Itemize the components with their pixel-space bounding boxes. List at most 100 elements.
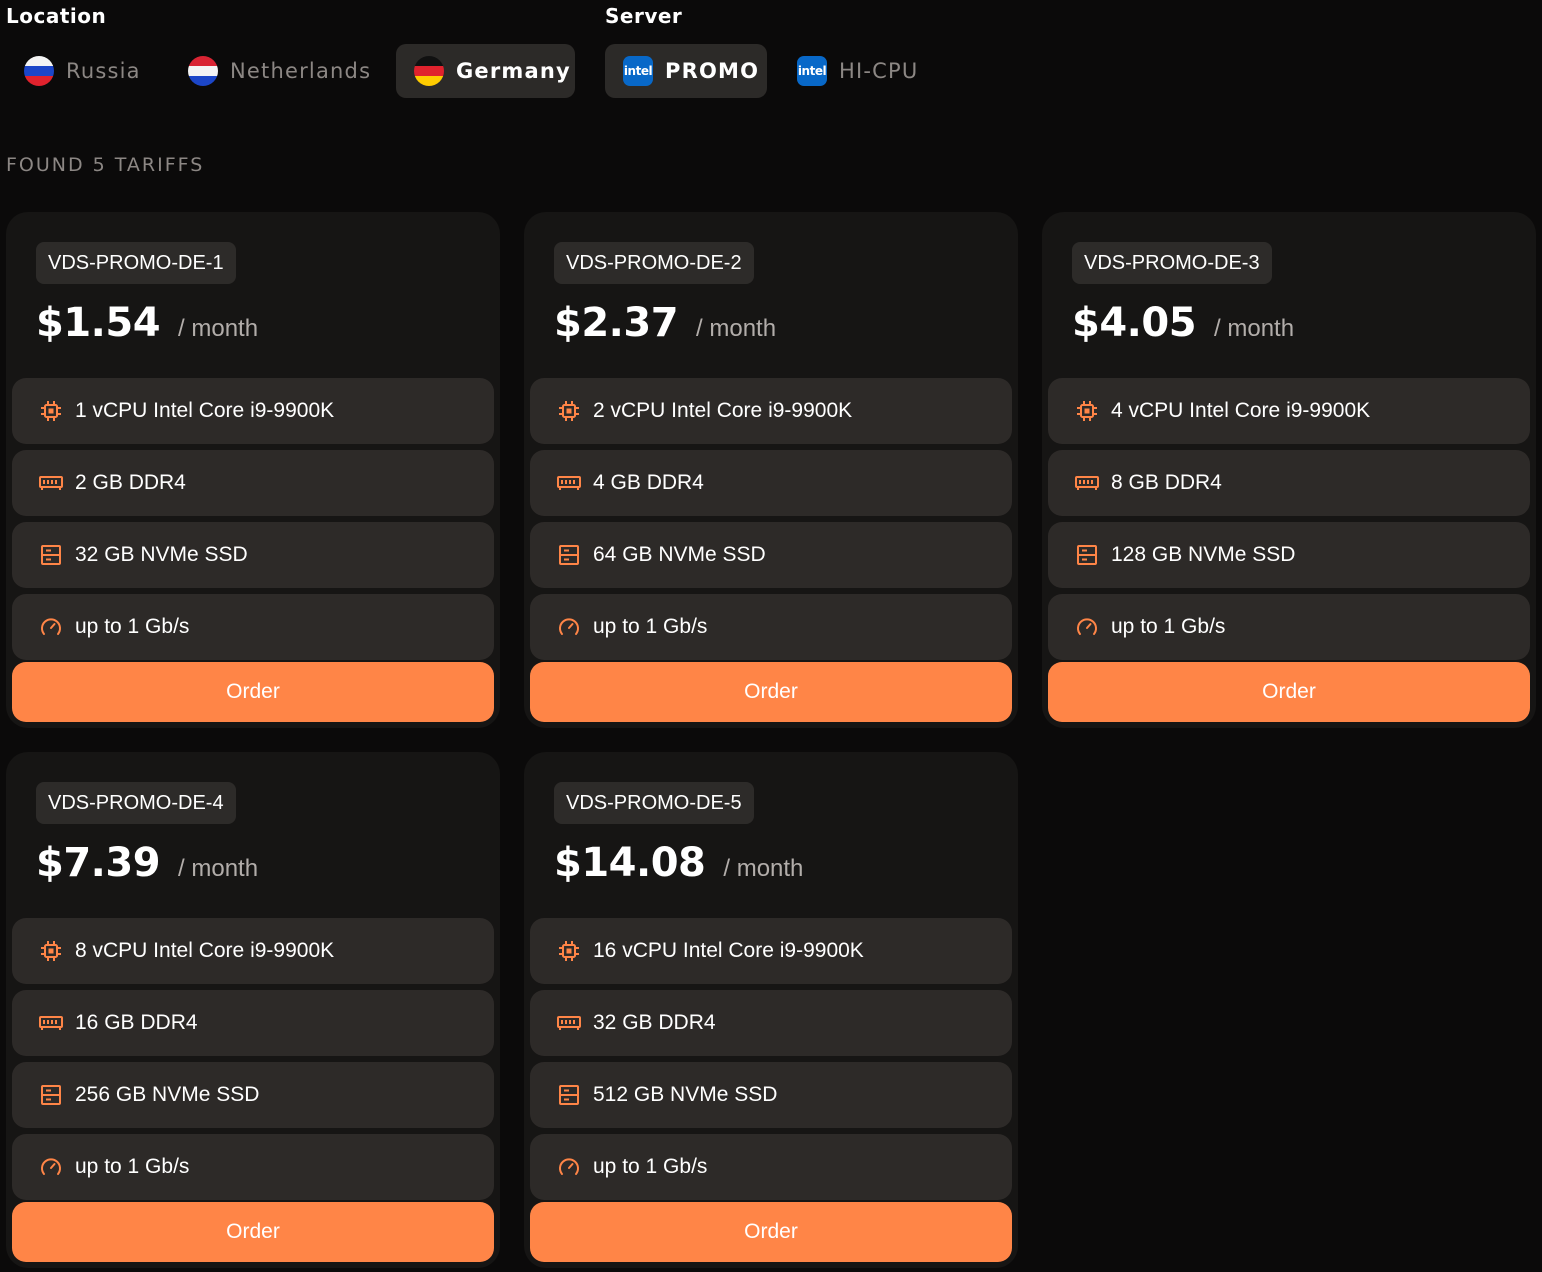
server-label-promo: PROMO — [665, 59, 760, 83]
location-label-russia: Russia — [66, 59, 141, 83]
speed-icon — [38, 614, 64, 640]
spec-cpu: 8 vCPU Intel Core i9-9900K — [12, 918, 494, 984]
price-row: $4.05 / month — [1072, 300, 1294, 346]
tariff-name: VDS-PROMO-DE-1 — [36, 242, 236, 284]
tariff-name: VDS-PROMO-DE-4 — [36, 782, 236, 824]
tariff-card: VDS-PROMO-DE-5 $14.08 / month 16 vCPU In… — [524, 752, 1018, 1268]
found-tariffs-count: FOUND 5 TARIFFS — [6, 154, 205, 176]
cpu-icon — [38, 398, 64, 424]
price-value: $4.05 — [1072, 300, 1197, 346]
filters-bar: Location Server Russia Netherlands Germa… — [0, 0, 1542, 110]
spec-net: up to 1 Gb/s — [1048, 594, 1530, 660]
cpu-icon — [1074, 398, 1100, 424]
spec-net: up to 1 Gb/s — [530, 594, 1012, 660]
tariff-card: VDS-PROMO-DE-3 $4.05 / month 4 vCPU Inte… — [1042, 212, 1536, 728]
price-value: $1.54 — [36, 300, 161, 346]
netherlands-flag-icon — [188, 56, 218, 86]
ssd-icon — [556, 1082, 582, 1108]
price-row: $14.08 / month — [554, 840, 803, 886]
spec-disk: 128 GB NVMe SSD — [1048, 522, 1530, 588]
spec-net-text: up to 1 Gb/s — [593, 1155, 708, 1178]
price-value: $2.37 — [554, 300, 679, 346]
spec-ram: 16 GB DDR4 — [12, 990, 494, 1056]
spec-ram: 4 GB DDR4 — [530, 450, 1012, 516]
spec-ram-text: 8 GB DDR4 — [1111, 471, 1222, 494]
order-button[interactable]: Order — [12, 662, 494, 722]
ram-icon — [38, 470, 64, 496]
speed-icon — [556, 1154, 582, 1180]
spec-cpu: 1 vCPU Intel Core i9-9900K — [12, 378, 494, 444]
ssd-icon — [1074, 542, 1100, 568]
spec-ram: 8 GB DDR4 — [1048, 450, 1530, 516]
tariff-card: VDS-PROMO-DE-2 $2.37 / month 2 vCPU Inte… — [524, 212, 1018, 728]
spec-ram: 32 GB DDR4 — [530, 990, 1012, 1056]
location-russia[interactable]: Russia — [6, 44, 156, 98]
price-row: $2.37 / month — [554, 300, 776, 346]
location-label-germany: Germany — [456, 59, 571, 83]
ram-icon — [556, 1010, 582, 1036]
ram-icon — [556, 470, 582, 496]
spec-net: up to 1 Gb/s — [530, 1134, 1012, 1200]
spec-cpu-text: 4 vCPU Intel Core i9-9900K — [1111, 399, 1371, 422]
server-label-hi-cpu: HI-CPU — [839, 59, 919, 83]
spec-cpu-text: 16 vCPU Intel Core i9-9900K — [593, 939, 864, 962]
location-germany[interactable]: Germany — [396, 44, 575, 98]
tariff-card: VDS-PROMO-DE-1 $1.54 / month 1 vCPU Inte… — [6, 212, 500, 728]
cpu-icon — [556, 938, 582, 964]
intel-icon: intel — [797, 56, 827, 86]
ram-icon — [38, 1010, 64, 1036]
spec-disk: 64 GB NVMe SSD — [530, 522, 1012, 588]
intel-icon: intel — [623, 56, 653, 86]
spec-disk: 32 GB NVMe SSD — [12, 522, 494, 588]
spec-disk-text: 64 GB NVMe SSD — [593, 543, 766, 566]
spec-ram-text: 2 GB DDR4 — [75, 471, 186, 494]
spec-disk: 512 GB NVMe SSD — [530, 1062, 1012, 1128]
server-promo[interactable]: intel PROMO — [605, 44, 767, 98]
tariff-name: VDS-PROMO-DE-3 — [1072, 242, 1272, 284]
price-period: / month — [723, 855, 804, 882]
server-hi-cpu[interactable]: intel HI-CPU — [779, 44, 939, 98]
spec-ram-text: 16 GB DDR4 — [75, 1011, 198, 1034]
spec-net-text: up to 1 Gb/s — [593, 615, 708, 638]
spec-disk: 256 GB NVMe SSD — [12, 1062, 494, 1128]
spec-ram: 2 GB DDR4 — [12, 450, 494, 516]
tariff-card: VDS-PROMO-DE-4 $7.39 / month 8 vCPU Inte… — [6, 752, 500, 1268]
spec-ram-text: 4 GB DDR4 — [593, 471, 704, 494]
spec-net-text: up to 1 Gb/s — [75, 1155, 190, 1178]
ssd-icon — [38, 542, 64, 568]
spec-cpu-text: 2 vCPU Intel Core i9-9900K — [593, 399, 853, 422]
order-button[interactable]: Order — [530, 1202, 1012, 1262]
speed-icon — [556, 614, 582, 640]
spec-disk-text: 128 GB NVMe SSD — [1111, 543, 1296, 566]
spec-disk-text: 512 GB NVMe SSD — [593, 1083, 778, 1106]
ssd-icon — [38, 1082, 64, 1108]
server-label: Server — [605, 4, 683, 28]
spec-cpu: 4 vCPU Intel Core i9-9900K — [1048, 378, 1530, 444]
price-row: $1.54 / month — [36, 300, 258, 346]
spec-cpu-text: 8 vCPU Intel Core i9-9900K — [75, 939, 335, 962]
spec-net: up to 1 Gb/s — [12, 594, 494, 660]
speed-icon — [38, 1154, 64, 1180]
order-button[interactable]: Order — [1048, 662, 1530, 722]
cpu-icon — [556, 398, 582, 424]
spec-disk-text: 32 GB NVMe SSD — [75, 543, 248, 566]
order-button[interactable]: Order — [12, 1202, 494, 1262]
spec-net-text: up to 1 Gb/s — [75, 615, 190, 638]
spec-ram-text: 32 GB DDR4 — [593, 1011, 716, 1034]
price-row: $7.39 / month — [36, 840, 258, 886]
spec-net: up to 1 Gb/s — [12, 1134, 494, 1200]
tariff-name: VDS-PROMO-DE-2 — [554, 242, 754, 284]
spec-net-text: up to 1 Gb/s — [1111, 615, 1226, 638]
location-netherlands[interactable]: Netherlands — [170, 44, 380, 98]
order-button[interactable]: Order — [530, 662, 1012, 722]
price-period: / month — [696, 315, 777, 342]
speed-icon — [1074, 614, 1100, 640]
location-label-netherlands: Netherlands — [230, 59, 372, 83]
tariff-name: VDS-PROMO-DE-5 — [554, 782, 754, 824]
cpu-icon — [38, 938, 64, 964]
price-value: $14.08 — [554, 840, 706, 886]
price-period: / month — [178, 855, 259, 882]
price-period: / month — [1214, 315, 1295, 342]
spec-cpu: 2 vCPU Intel Core i9-9900K — [530, 378, 1012, 444]
russia-flag-icon — [24, 56, 54, 86]
